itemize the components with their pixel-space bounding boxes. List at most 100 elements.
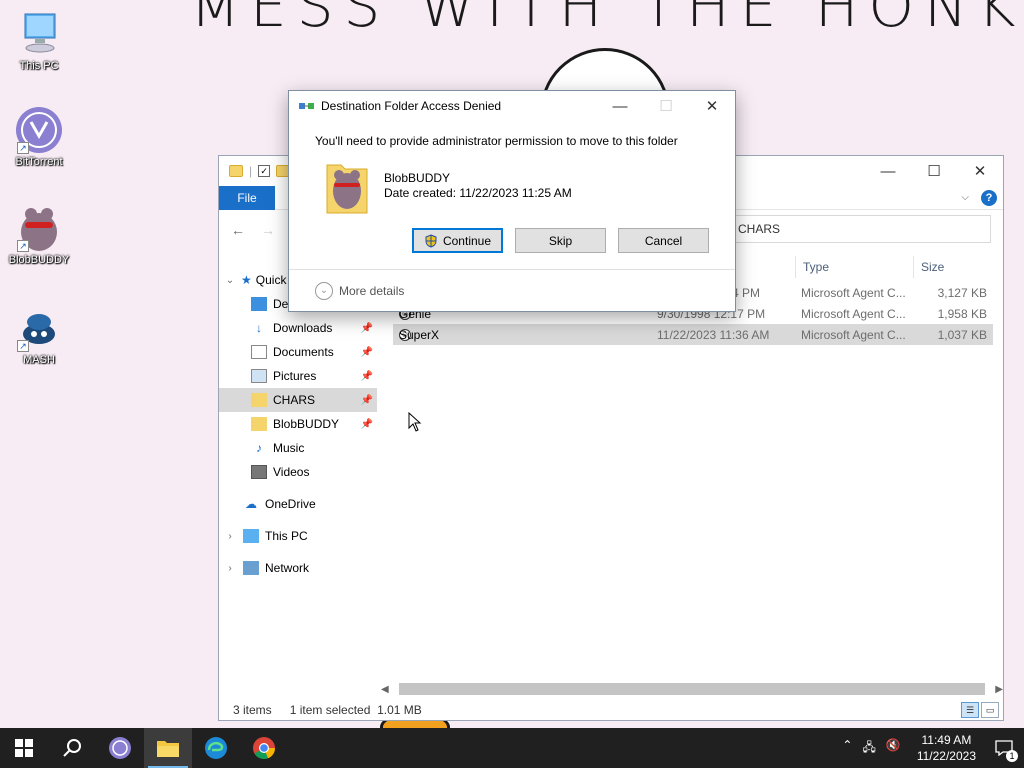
chevron-down-icon: ⌄ <box>315 281 333 300</box>
blobbuddy-icon: ↗ <box>15 204 63 252</box>
folder-icon <box>251 393 267 407</box>
pin-icon: 📌 <box>360 418 373 430</box>
documents-icon <box>251 345 267 359</box>
mash-icon: ↗ <box>15 304 63 352</box>
help-icon[interactable]: ? <box>981 189 997 206</box>
chrome-browser-icon <box>253 737 276 760</box>
minimize-button[interactable]: — <box>865 156 911 186</box>
nav-item-videos[interactable]: Videos <box>219 460 377 484</box>
shortcut-arrow-icon: ↗ <box>17 142 29 154</box>
dialog-minimize-button[interactable]: — <box>597 91 643 121</box>
pictures-icon <box>251 369 267 383</box>
nav-item-downloads[interactable]: ↓ Downloads 📌 <box>219 316 377 340</box>
search-button[interactable] <box>48 728 96 768</box>
dialog-titlebar[interactable]: Destination Folder Access Denied — ☐ ✕ <box>289 91 735 121</box>
maximize-button[interactable]: ☐ <box>911 156 957 186</box>
close-button[interactable]: ✕ <box>957 156 1003 186</box>
nav-item-this-pc[interactable]: › This PC <box>219 524 377 548</box>
desktop-icon-this-pc[interactable]: This PC <box>3 10 75 72</box>
nav-item-onedrive[interactable]: ☁ OneDrive <box>219 492 377 516</box>
desktop-folder-icon <box>251 297 267 311</box>
desktop-icon-label: MASH <box>23 354 55 366</box>
forward-arrow-icon[interactable]: → <box>261 222 275 238</box>
continue-button[interactable]: Continue <box>412 228 503 253</box>
cloud-icon: ☁ <box>245 497 257 511</box>
network-icon <box>243 561 259 575</box>
taskbar: ⌃ 🖧 🔇 11:49 AM 11/22/2023 1 <box>0 728 1024 768</box>
file-name: BlobBUDDY <box>384 171 451 185</box>
show-hidden-icons-icon[interactable]: ⌃ <box>842 738 852 759</box>
pin-icon: 📌 <box>360 322 373 334</box>
column-header-size[interactable]: Size <box>921 260 944 274</box>
desktop-icon-blobbuddy[interactable]: ↗ BlobBUDDY <box>3 204 75 266</box>
large-icons-view-icon[interactable]: ▭ <box>981 702 999 718</box>
file-move-icon <box>299 100 315 112</box>
this-pc-icon <box>15 10 63 58</box>
folder-thumbnail-icon <box>325 159 369 215</box>
search-input[interactable]: CHARS <box>731 215 991 243</box>
file-tab[interactable]: File <box>219 185 275 210</box>
column-header-type[interactable]: Type <box>803 260 829 274</box>
taskbar-edge[interactable] <box>192 728 240 768</box>
chevron-down-icon[interactable]: ⌄ <box>223 275 237 286</box>
skip-button[interactable]: Skip <box>515 228 606 253</box>
expand-ribbon-icon[interactable]: ⌵ <box>961 192 969 203</box>
scroll-right-icon[interactable]: ▶ <box>995 684 1003 695</box>
pin-icon: 📌 <box>360 394 373 406</box>
nav-item-documents[interactable]: Documents 📌 <box>219 340 377 364</box>
nav-item-blobbuddy[interactable]: BlobBUDDY 📌 <box>219 412 377 436</box>
edge-browser-icon <box>205 737 227 759</box>
clock-time: 11:49 AM <box>921 733 972 747</box>
nav-item-network[interactable]: › Network <box>219 556 377 580</box>
nav-item-pictures[interactable]: Pictures 📌 <box>219 364 377 388</box>
more-details-toggle[interactable]: ⌄ More details <box>289 269 735 311</box>
desktop-icon-label: BitTorrent <box>15 156 63 168</box>
desktop-icon-bittorrent[interactable]: ↗ BitTorrent <box>3 106 75 168</box>
search-icon <box>63 739 81 757</box>
scrollbar-thumb[interactable] <box>398 683 986 695</box>
dialog-close-button[interactable]: ✕ <box>689 91 735 121</box>
scroll-left-icon[interactable]: ◀ <box>381 684 389 695</box>
taskbar-bittorrent[interactable] <box>96 728 144 768</box>
nav-item-music[interactable]: ♪ Music <box>219 436 377 460</box>
download-arrow-icon: ↓ <box>256 321 262 335</box>
dialog-message: You'll need to provide administrator per… <box>315 134 678 148</box>
back-arrow-icon[interactable]: ← <box>231 222 245 238</box>
shortcut-arrow-icon: ↗ <box>17 240 29 252</box>
videos-icon <box>251 465 267 479</box>
access-denied-dialog: Destination Folder Access Denied — ☐ ✕ Y… <box>288 90 736 312</box>
wallpaper-text: MESS WITH THE HONK <box>190 0 1024 40</box>
network-status-icon[interactable]: 🖧 <box>862 738 875 759</box>
folder-icon <box>229 165 243 177</box>
shield-icon <box>425 233 437 248</box>
file-explorer-icon <box>157 741 179 757</box>
item-count: 3 items <box>233 703 272 717</box>
volume-muted-icon[interactable]: 🔇 <box>886 738 901 759</box>
file-info: BlobBUDDY Date created: 11/22/2023 11:25… <box>384 171 572 201</box>
taskbar-file-explorer[interactable] <box>144 728 192 768</box>
details-view-icon[interactable]: ☰ <box>961 702 979 718</box>
dialog-title: Destination Folder Access Denied <box>321 99 502 113</box>
nav-item-chars[interactable]: CHARS 📌 <box>219 388 377 412</box>
cancel-button[interactable]: Cancel <box>618 228 709 253</box>
bittorrent-icon <box>109 737 131 759</box>
clock[interactable]: 11:49 AM 11/22/2023 <box>909 732 984 764</box>
properties-icon[interactable]: ✓ <box>258 165 271 177</box>
horizontal-scrollbar[interactable]: ◀ ▶ <box>381 681 1003 697</box>
clock-date: 11/22/2023 <box>916 749 976 763</box>
mouse-cursor-icon <box>408 412 422 432</box>
status-bar: 3 items 1 item selected 1.01 MB ☰ ▭ <box>219 700 1003 720</box>
pin-icon: 📌 <box>360 346 373 358</box>
windows-logo-icon <box>15 739 33 757</box>
action-center-button[interactable]: 1 <box>984 728 1024 768</box>
table-row[interactable]: ☺ SuperX 11/22/2023 11:36 AM Microsoft A… <box>393 324 993 345</box>
chevron-right-icon[interactable]: › <box>223 563 237 574</box>
file-list: Type Size 4 PM Microsoft Agent C... 3,12… <box>393 252 993 682</box>
desktop-icon-label: This PC <box>19 60 59 72</box>
chevron-right-icon[interactable]: › <box>223 531 237 542</box>
dialog-maximize-button: ☐ <box>659 98 673 115</box>
start-button[interactable] <box>0 728 48 768</box>
desktop-icon-label: BlobBUDDY <box>8 254 70 266</box>
desktop-icon-mash[interactable]: ↗ MASH <box>3 304 75 366</box>
taskbar-chrome[interactable] <box>240 728 288 768</box>
